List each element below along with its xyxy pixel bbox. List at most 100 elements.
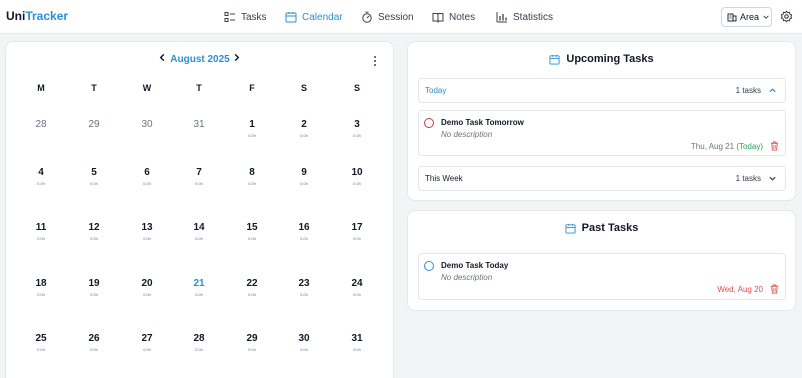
calendar-day-cell[interactable]: 20 0.0h bbox=[127, 278, 167, 297]
task-due-date: Wed, Aug 20 bbox=[717, 285, 763, 294]
nav-notes[interactable]: Notes bbox=[432, 0, 475, 34]
calendar-day-cell[interactable]: 14 0.0h bbox=[179, 222, 219, 241]
calendar-day-cell[interactable]: 19 0.0h bbox=[74, 278, 114, 297]
day-hours: 0.0h bbox=[248, 292, 256, 297]
day-hours: 0.0h bbox=[248, 347, 256, 352]
chevron-right-icon bbox=[234, 53, 240, 62]
calendar-day-cell[interactable]: 3 0.0h bbox=[337, 119, 377, 138]
calendar-icon bbox=[285, 12, 297, 23]
day-hours: 0.0h bbox=[143, 292, 151, 297]
calendar-day-cell[interactable]: 31 0.0h bbox=[337, 333, 377, 352]
day-hours: 0.0h bbox=[90, 181, 98, 186]
trash-icon[interactable] bbox=[770, 284, 779, 294]
calendar-icon bbox=[565, 223, 576, 234]
day-number: 17 bbox=[351, 222, 363, 233]
calendar-day-cell[interactable]: 30 bbox=[127, 119, 167, 130]
calendar-day-cell[interactable]: 23 0.0h bbox=[284, 278, 324, 297]
calendar-day-cell[interactable]: 17 0.0h bbox=[337, 222, 377, 241]
more-vertical-icon[interactable] bbox=[371, 55, 379, 67]
task-status-circle[interactable] bbox=[424, 118, 434, 128]
task-item[interactable]: Demo Task Today No description Wed, Aug … bbox=[418, 253, 786, 300]
calendar-day-cell[interactable]: 6 0.0h bbox=[127, 167, 167, 186]
task-title: Demo Task Tomorrow bbox=[441, 118, 524, 127]
day-number: 9 bbox=[301, 167, 307, 178]
day-number: 18 bbox=[35, 278, 47, 289]
day-number: 16 bbox=[298, 222, 310, 233]
calendar-day-cell[interactable]: 10 0.0h bbox=[337, 167, 377, 186]
calendar-day-cell[interactable]: 24 0.0h bbox=[337, 278, 377, 297]
nav-tasks-label: Tasks bbox=[241, 11, 267, 23]
today-group-toggle[interactable]: Today 1 tasks bbox=[418, 78, 786, 103]
day-number: 31 bbox=[351, 333, 363, 344]
calendar-day-cell[interactable]: 28 0.0h bbox=[179, 333, 219, 352]
today-group-label: Today bbox=[425, 86, 447, 95]
calendar-day-cell[interactable]: 5 0.0h bbox=[74, 167, 114, 186]
next-month-button[interactable] bbox=[232, 53, 241, 65]
calendar-day-cell[interactable]: 29 0.0h bbox=[232, 333, 272, 352]
calendar-day-cell[interactable]: 18 0.0h bbox=[21, 278, 61, 297]
nav-calendar[interactable]: Calendar bbox=[285, 0, 343, 34]
calendar-day-cell[interactable]: 15 0.0h bbox=[232, 222, 272, 241]
calendar-day-cell[interactable]: 29 bbox=[74, 119, 114, 130]
day-number: 30 bbox=[298, 333, 310, 344]
day-hours: 0.0h bbox=[90, 347, 98, 352]
calendar-day-cell[interactable]: 7 0.0h bbox=[179, 167, 219, 186]
calendar-day-cell[interactable]: 28 bbox=[21, 119, 61, 130]
day-number: 4 bbox=[38, 167, 44, 178]
day-number: 11 bbox=[35, 222, 47, 233]
past-tasks-card: Past Tasks Demo Task Today No descriptio… bbox=[407, 210, 796, 311]
day-number: 29 bbox=[246, 333, 258, 344]
calendar-day-cell[interactable]: 2 0.0h bbox=[284, 119, 324, 138]
calendar-day-cell[interactable]: 30 0.0h bbox=[284, 333, 324, 352]
nav-statistics[interactable]: Statistics bbox=[496, 0, 553, 34]
day-hours: 0.0h bbox=[37, 292, 45, 297]
calendar-day-cell[interactable]: 16 0.0h bbox=[284, 222, 324, 241]
nav-tasks[interactable]: Tasks bbox=[224, 0, 267, 34]
app-logo[interactable]: UniTracker bbox=[6, 9, 68, 23]
day-number: 31 bbox=[193, 119, 205, 130]
day-hours: 0.0h bbox=[248, 236, 256, 241]
day-number: 21 bbox=[193, 278, 205, 289]
gear-icon[interactable] bbox=[780, 10, 793, 23]
task-item[interactable]: Demo Task Tomorrow No description Thu, A… bbox=[418, 110, 786, 156]
nav-statistics-label: Statistics bbox=[513, 11, 554, 23]
logo-text-accent: Tracker bbox=[25, 9, 69, 23]
calendar-day-cell[interactable]: 12 0.0h bbox=[74, 222, 114, 241]
calendar-day-cell[interactable]: 1 0.0h bbox=[232, 119, 272, 138]
area-select[interactable]: Area bbox=[721, 7, 772, 27]
nav-notes-label: Notes bbox=[449, 11, 476, 23]
calendar-icon bbox=[549, 54, 560, 65]
task-description: No description bbox=[441, 273, 493, 282]
calendar-day-cell[interactable]: 27 0.0h bbox=[127, 333, 167, 352]
trash-icon[interactable] bbox=[770, 141, 779, 151]
day-number: 1 bbox=[249, 119, 255, 130]
day-number: 30 bbox=[141, 119, 153, 130]
task-status-circle[interactable] bbox=[424, 261, 434, 271]
calendar-day-cell[interactable]: 22 0.0h bbox=[232, 278, 272, 297]
calendar-day-cell[interactable]: 4 0.0h bbox=[21, 167, 61, 186]
calendar-day-cell[interactable]: 26 0.0h bbox=[74, 333, 114, 352]
calendar-day-cell[interactable]: 25 0.0h bbox=[21, 333, 61, 352]
day-number: 10 bbox=[351, 167, 363, 178]
this-week-group-toggle[interactable]: This Week 1 tasks bbox=[418, 166, 786, 191]
building-icon bbox=[727, 13, 737, 22]
day-hours: 0.0h bbox=[195, 236, 203, 241]
weekday-label: T bbox=[91, 83, 97, 93]
calendar-day-cell[interactable]: 31 bbox=[179, 119, 219, 130]
day-number: 5 bbox=[91, 167, 97, 178]
calendar-day-cell[interactable]: 8 0.0h bbox=[232, 167, 272, 186]
day-hours: 0.0h bbox=[37, 236, 45, 241]
calendar-day-cell[interactable]: 13 0.0h bbox=[127, 222, 167, 241]
day-hours: 0.0h bbox=[195, 347, 203, 352]
calendar-day-cell[interactable]: 11 0.0h bbox=[21, 222, 61, 241]
tasks-icon bbox=[224, 12, 235, 22]
day-hours: 0.0h bbox=[143, 236, 151, 241]
nav-session[interactable]: Session bbox=[361, 0, 414, 34]
calendar-day-cell[interactable]: 21 0.0h bbox=[179, 278, 219, 297]
this-week-group-count: 1 tasks bbox=[735, 174, 761, 183]
calendar-day-cell[interactable]: 9 0.0h bbox=[284, 167, 324, 186]
day-number: 23 bbox=[298, 278, 310, 289]
day-number: 6 bbox=[144, 167, 150, 178]
weekday-label: W bbox=[142, 83, 152, 93]
day-number: 25 bbox=[35, 333, 47, 344]
